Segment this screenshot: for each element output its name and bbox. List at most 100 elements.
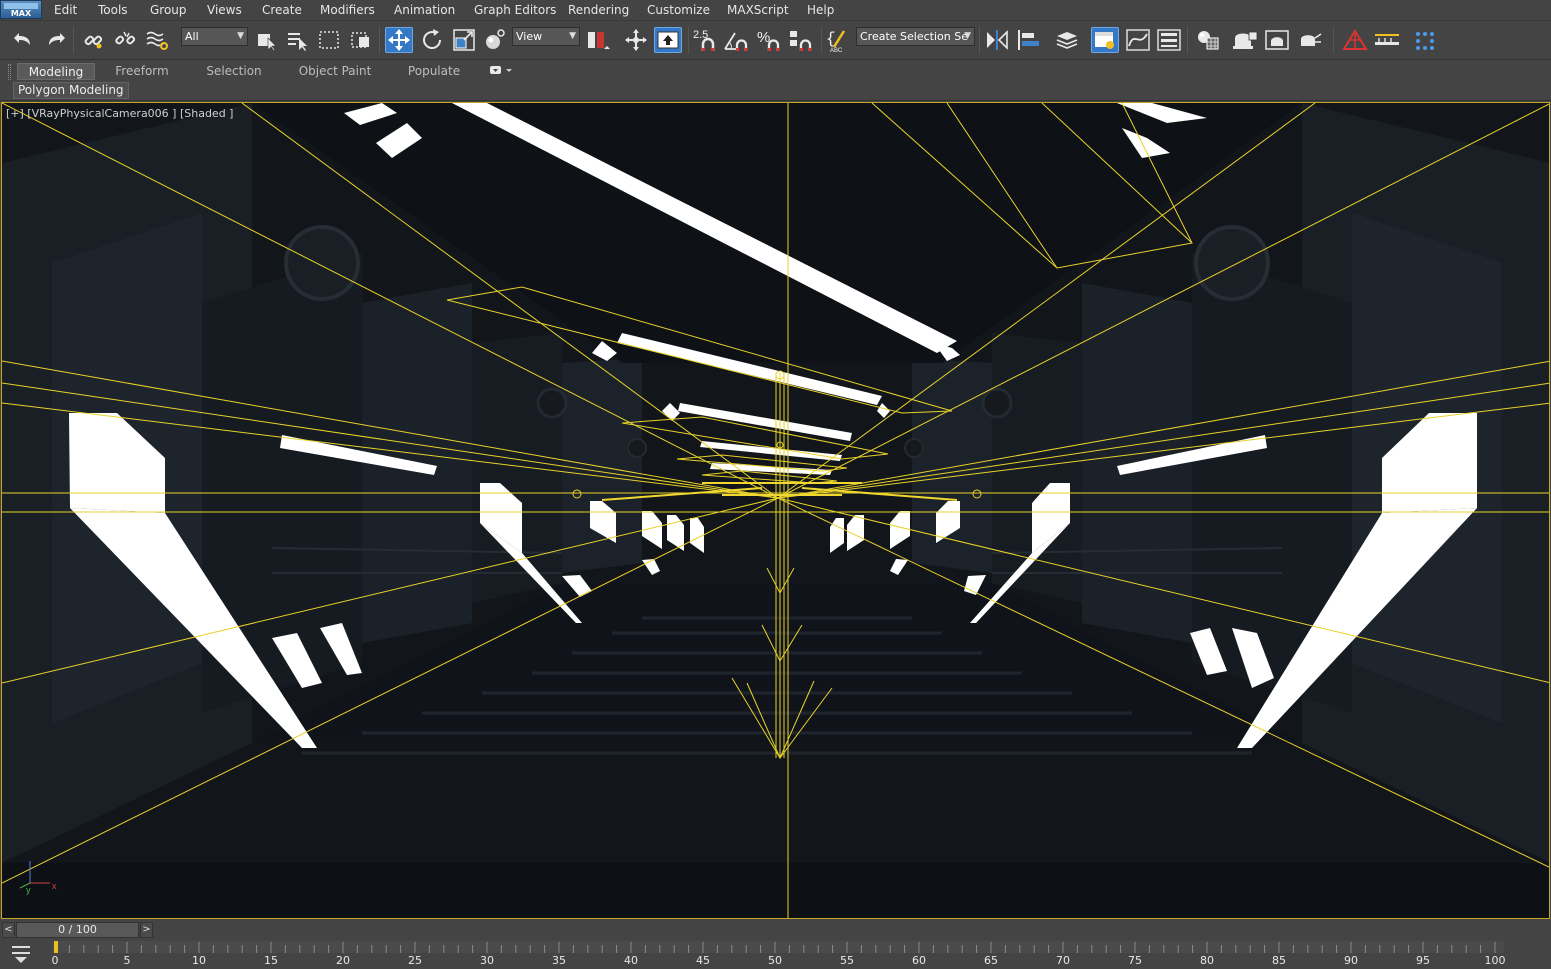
angle-snap-icon[interactable] <box>723 27 751 53</box>
vray-lights-icon[interactable] <box>1411 27 1439 53</box>
menu-maxscript[interactable]: MAXScript <box>727 3 789 17</box>
menu-tools[interactable]: Tools <box>98 3 128 17</box>
menu-rendering[interactable]: Rendering <box>568 3 629 17</box>
tick-label: 55 <box>840 954 854 967</box>
select-and-move-icon[interactable] <box>385 27 413 53</box>
ribbon-tab-bar: Modeling Freeform Selection Object Paint… <box>0 61 1551 81</box>
mirror-icon[interactable] <box>983 27 1011 53</box>
time-slider[interactable]: 0 / 100 <box>16 922 139 938</box>
percent-snap-icon[interactable]: % <box>755 27 783 53</box>
toolbar-separator <box>979 26 980 54</box>
select-and-scale-icon[interactable] <box>450 27 478 53</box>
menu-create[interactable]: Create <box>262 3 302 17</box>
curve-editor-icon[interactable] <box>1124 27 1152 53</box>
bind-spacewarp-icon[interactable] <box>143 27 171 53</box>
app-logo[interactable]: MAX <box>0 0 42 19</box>
menu-group[interactable]: Group <box>150 3 187 17</box>
time-slider-prev-button[interactable]: < <box>2 922 15 938</box>
rectangular-region-icon[interactable] <box>315 27 343 53</box>
select-object-icon[interactable] <box>252 27 280 53</box>
selection-filter-value: All <box>185 30 199 43</box>
tab-object-paint[interactable]: Object Paint <box>294 63 376 80</box>
keyboard-shortcut-override-icon[interactable] <box>654 27 682 53</box>
link-icon[interactable] <box>79 27 107 53</box>
reference-coordinate-dropdown[interactable]: View ▼ <box>512 27 580 46</box>
named-selection-dropdown[interactable]: Create Selection Se ▼ <box>856 27 975 46</box>
select-by-name-icon[interactable] <box>283 27 311 53</box>
select-and-manipulate-icon[interactable] <box>622 27 650 53</box>
render-setup-icon[interactable] <box>1231 27 1259 53</box>
tick-label: 65 <box>984 954 998 967</box>
material-editor-icon[interactable] <box>1194 27 1222 53</box>
track-bar-menu-icon[interactable] <box>8 943 34 963</box>
tab-selection[interactable]: Selection <box>198 63 270 80</box>
viewport-scene: x y <box>2 103 1549 918</box>
app-logo-bar <box>4 3 38 9</box>
selection-filter-dropdown[interactable]: All ▼ <box>181 27 248 46</box>
layer-explorer-icon[interactable] <box>1054 27 1082 53</box>
menu-customize[interactable]: Customize <box>647 3 710 17</box>
use-pivot-center-icon[interactable] <box>584 27 612 53</box>
tick-label: 25 <box>408 954 422 967</box>
main-toolbar: All ▼ View ▼ 2.5 % {ABC Create Selection… <box>0 21 1551 60</box>
chevron-down-icon: ▼ <box>964 31 971 41</box>
tab-populate[interactable]: Populate <box>400 63 468 80</box>
scene-explorer-icon[interactable] <box>1091 27 1119 53</box>
tick-label: 90 <box>1344 954 1358 967</box>
svg-text:x: x <box>52 881 57 891</box>
time-slider-next-button[interactable]: > <box>140 922 153 938</box>
redo-icon[interactable] <box>41 27 69 53</box>
select-and-rotate-icon[interactable] <box>418 27 446 53</box>
menu-animation[interactable]: Animation <box>394 3 455 17</box>
viewport-label[interactable]: [+] [VRayPhysicalCamera006 ] [Shaded ] <box>6 107 233 120</box>
vray-toolbar-icon[interactable] <box>1341 27 1369 53</box>
toolbar-separator <box>688 26 689 54</box>
chevron-down-icon: ▼ <box>569 31 576 41</box>
tick-label: 95 <box>1416 954 1430 967</box>
toolbar-separator <box>821 26 822 54</box>
snaps-toggle-icon[interactable]: 2.5 <box>691 27 719 53</box>
align-icon[interactable] <box>1015 27 1043 53</box>
toolbar-separator <box>1333 26 1334 54</box>
menu-graph-editors[interactable]: Graph Editors <box>474 3 556 17</box>
tick-label: 30 <box>480 954 494 967</box>
window-crossing-icon[interactable] <box>347 27 375 53</box>
edit-named-selection-sets-icon[interactable]: {ABC <box>824 27 852 53</box>
ribbon-options-icon[interactable] <box>488 63 514 80</box>
tab-freeform[interactable]: Freeform <box>106 63 178 80</box>
tick-label: 60 <box>912 954 926 967</box>
vray-frame-buffer-icon[interactable] <box>1373 27 1401 53</box>
tab-object-paint-label: Object Paint <box>298 64 372 78</box>
select-and-place-icon[interactable] <box>481 27 509 53</box>
unlink-icon[interactable] <box>111 27 139 53</box>
tick-label: 85 <box>1272 954 1286 967</box>
tick-label: 75 <box>1128 954 1142 967</box>
menu-bar: MAX Edit Tools Group Views Create Modifiers An… <box>0 0 1551 21</box>
reference-coordinate-value: View <box>516 30 543 43</box>
current-frame-marker[interactable] <box>54 941 58 953</box>
undo-icon[interactable] <box>10 27 38 53</box>
polygon-modeling-label: Polygon Modeling <box>18 83 124 97</box>
track-bar-ruler[interactable]: 0 5 10 15 20 25 30 35 40 45 50 55 60 65 70 75 80 85 90 95 10… <box>52 941 1506 967</box>
toolbar-separator <box>73 26 74 54</box>
menu-edit[interactable]: Edit <box>54 3 77 17</box>
spinner-snap-icon[interactable] <box>787 27 815 53</box>
menu-help[interactable]: Help <box>807 3 834 17</box>
render-production-icon[interactable] <box>1296 27 1324 53</box>
rendered-frame-window-icon[interactable] <box>1264 27 1292 53</box>
svg-text:ABC: ABC <box>830 48 843 53</box>
ribbon-grip-handle[interactable] <box>8 64 11 80</box>
tick-label: 20 <box>336 954 350 967</box>
tick-label: 40 <box>624 954 638 967</box>
polygon-modeling-panel-button[interactable]: Polygon Modeling <box>13 82 129 99</box>
schematic-view-icon[interactable] <box>1155 27 1183 53</box>
menu-modifiers[interactable]: Modifiers <box>320 3 375 17</box>
tick-label: 10 <box>192 954 206 967</box>
tab-modeling[interactable]: Modeling <box>17 63 95 80</box>
tab-freeform-label: Freeform <box>115 64 169 78</box>
tick-label: 5 <box>123 954 131 967</box>
camera-viewport[interactable]: x y [+] [VRayPhysicalCamera006 ] [Shaded… <box>1 102 1550 919</box>
track-bar[interactable]: 0 5 10 15 20 25 30 35 40 45 50 55 60 65 70 75 80 85 90 95 10… <box>0 939 1551 969</box>
app-logo-text: MAX <box>10 9 32 18</box>
menu-views[interactable]: Views <box>207 3 242 17</box>
